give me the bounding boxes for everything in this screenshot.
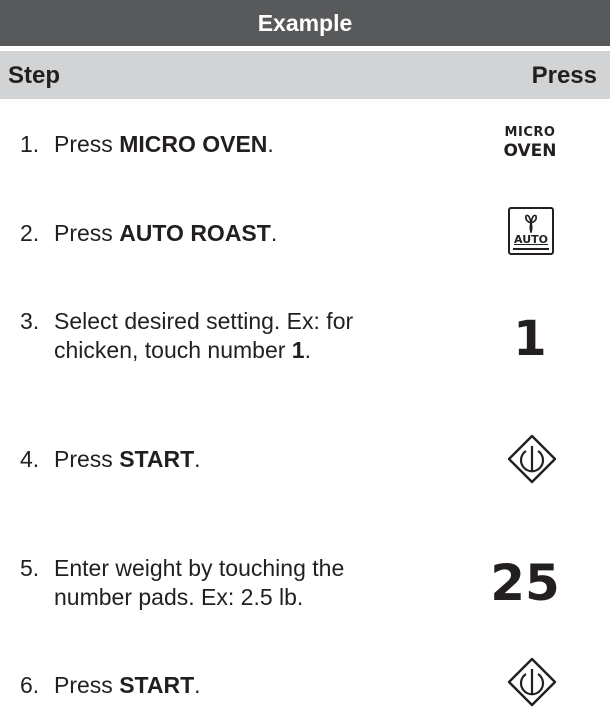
step-text-bold: MICRO OVEN — [119, 131, 268, 157]
step-text: 3. Select desired setting. Ex: for chicke… — [20, 307, 353, 365]
step-text-part: Press — [54, 446, 120, 472]
micro-oven-key-line1: MICRO — [504, 125, 556, 140]
step-text-bold: 1 — [291, 337, 305, 363]
auto-roast-key: AUTO — [508, 207, 554, 255]
step-text-part: . — [194, 446, 201, 472]
step-text: 5. Enter weight by touching the number pa… — [20, 554, 344, 612]
start-key — [506, 656, 558, 708]
table-title: Example — [257, 9, 353, 36]
step-text-part: Press — [54, 131, 120, 157]
table-header-row: Step Press — [0, 51, 610, 99]
step-text-part: . — [304, 337, 311, 363]
step-text-part: . — [270, 220, 278, 246]
instructions-table: Example Step Press 1. Press MICRO OVEN. M… — [0, 0, 610, 709]
column-header-press: Press — [531, 62, 597, 89]
step-text: 6. Press START. — [20, 671, 201, 700]
number-key-label: 25 — [490, 554, 560, 612]
auto-roast-button-graphic: AUTO — [508, 207, 554, 255]
auto-label: AUTO — [514, 233, 548, 246]
step-text-part: . — [267, 131, 274, 157]
column-header-step: Step — [8, 62, 61, 89]
start-key — [506, 433, 558, 485]
step-text: 2. Press AUTO ROAST. — [20, 219, 277, 248]
step-number: 1. — [20, 131, 40, 157]
step-number: 3. — [20, 308, 40, 334]
step-number: 6. — [20, 672, 40, 698]
number-key-label: 1 — [513, 311, 547, 367]
step-text-part: Press — [54, 672, 120, 698]
table-title-bar: Example — [0, 0, 610, 46]
step-text-bold: AUTO ROAST — [119, 220, 271, 246]
step-text-line: Select desired setting. Ex: for — [54, 308, 354, 334]
start-icon — [507, 657, 557, 707]
step-number: 2. — [20, 220, 40, 246]
number-key-25: 25 — [470, 554, 580, 612]
step-text: 1. Press MICRO OVEN. — [20, 130, 274, 159]
number-key-1: 1 — [490, 311, 570, 367]
step-text: 4. Press START. — [20, 445, 201, 474]
step-text-line: Enter weight by touching the — [54, 555, 345, 581]
step-text-bold: START — [119, 446, 195, 472]
micro-oven-key: MICRO OVEN — [490, 123, 570, 161]
step-number: 5. — [20, 555, 40, 581]
step-text-part: . — [194, 672, 201, 698]
step-text-part: Press — [54, 220, 120, 246]
auto-button-underline — [513, 248, 549, 250]
start-icon — [507, 434, 557, 484]
step-text-line: number pads. Ex: 2.5 lb. — [54, 584, 304, 610]
step-number: 4. — [20, 446, 40, 472]
fan-icon — [525, 214, 537, 233]
micro-oven-key-line2: OVEN — [503, 141, 557, 161]
step-text-part: chicken, touch number — [54, 337, 292, 363]
step-text-bold: START — [119, 672, 195, 698]
